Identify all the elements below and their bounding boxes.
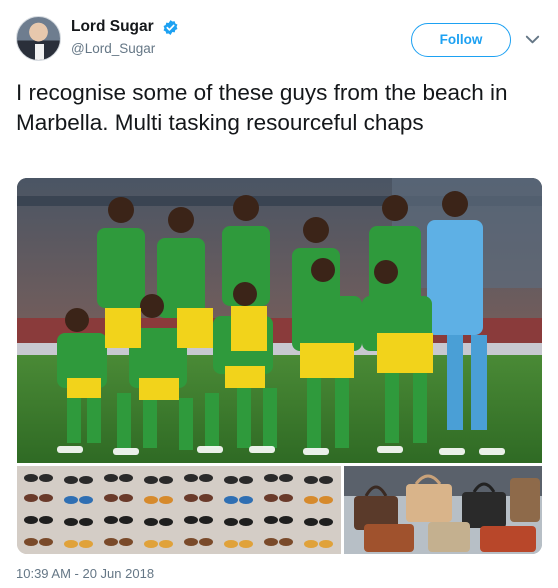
- chevron-down-icon[interactable]: [523, 30, 542, 49]
- handle[interactable]: @Lord_Sugar: [71, 41, 179, 56]
- tweet-text: I recognise some of these guys from the …: [16, 80, 508, 135]
- sunglasses-stall-photo[interactable]: [17, 466, 341, 554]
- avatar[interactable]: [16, 16, 61, 61]
- verified-badge-icon: [163, 19, 178, 35]
- follow-button[interactable]: Follow: [411, 23, 511, 57]
- display-name[interactable]: Lord Sugar: [71, 18, 154, 36]
- team-photo[interactable]: [17, 178, 542, 463]
- tweet-timestamp[interactable]: 10:39 AM - 20 Jun 2018: [16, 566, 154, 581]
- handbags-stall-photo[interactable]: [344, 466, 542, 554]
- tweet-header: Lord Sugar @Lord_Sugar Follow: [16, 16, 542, 62]
- author-block: Lord Sugar @Lord_Sugar: [71, 18, 179, 56]
